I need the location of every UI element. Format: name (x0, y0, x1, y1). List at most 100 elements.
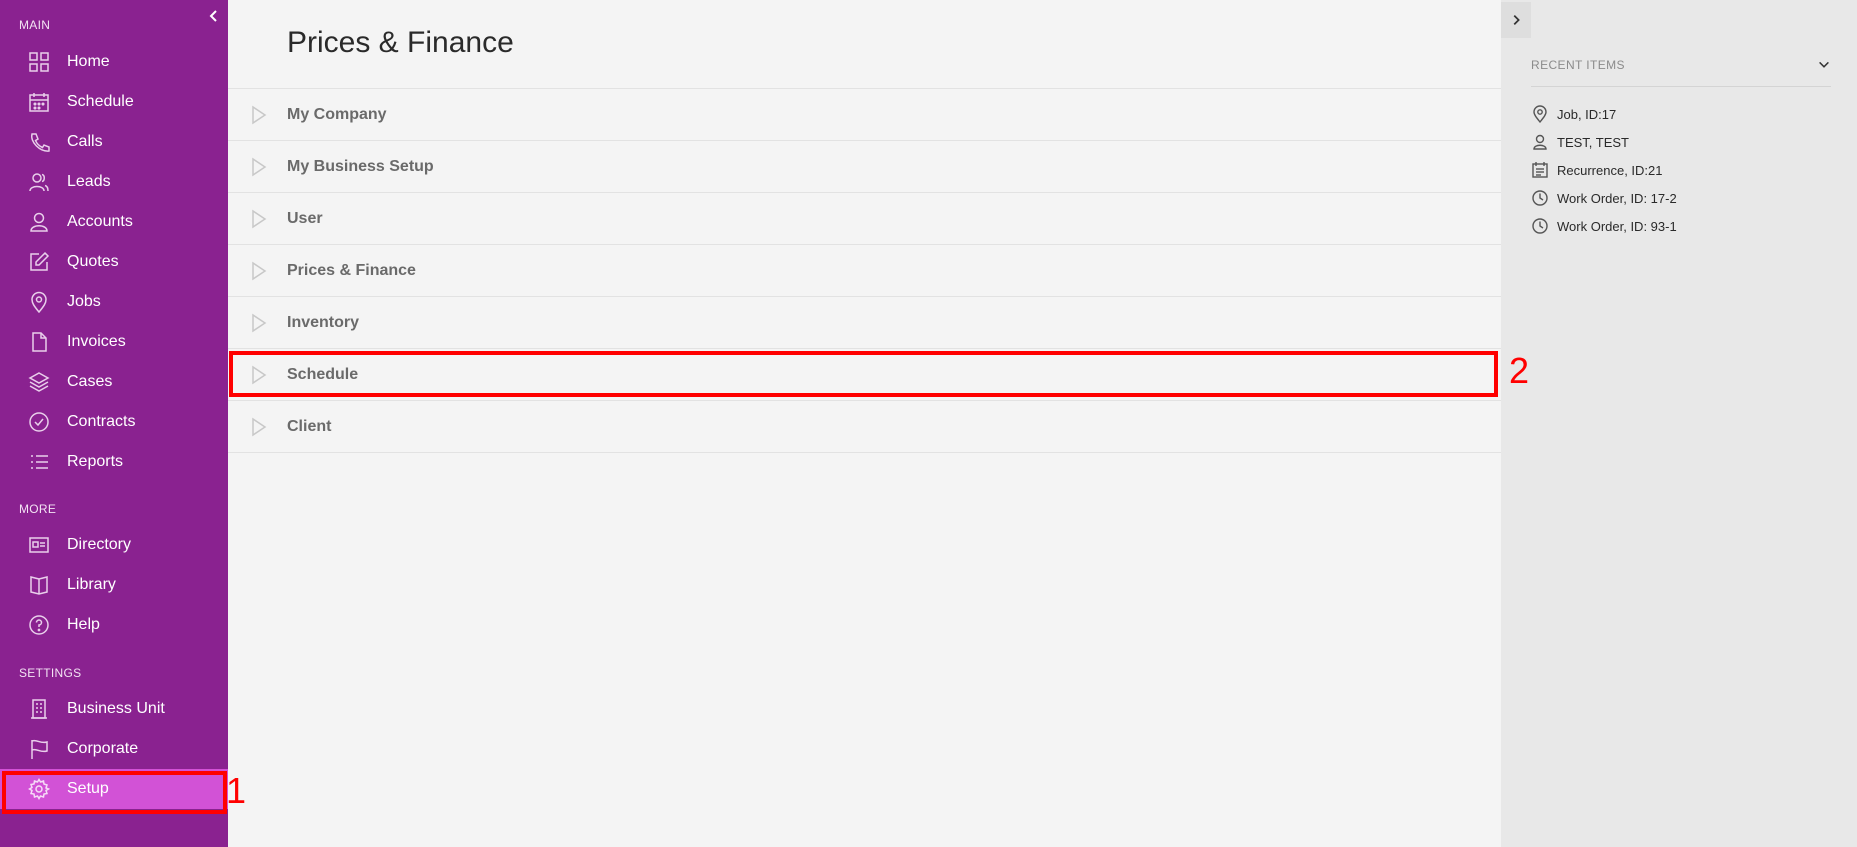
annotation-number-1: 1 (226, 770, 247, 811)
recent-item-label: Job, ID:17 (1557, 106, 1617, 122)
sidebar-item-label: Cases (67, 373, 113, 390)
calendar-icon (27, 90, 51, 114)
section-prices-finance[interactable]: Prices & Finance (228, 245, 1501, 297)
sidebar-item-label: Corporate (67, 740, 139, 757)
sidebar-item-label: Reports (67, 453, 124, 470)
sidebar-item-schedule[interactable]: Schedule (0, 82, 228, 122)
recent-item[interactable]: Work Order, ID: 17-2 (1531, 184, 1677, 212)
recent-item[interactable]: TEST, TEST (1531, 128, 1677, 156)
grid-icon (27, 50, 51, 74)
recent-item-label: Work Order, ID: 17-2 (1557, 190, 1677, 206)
recent-item-label: Recurrence, ID:21 (1557, 162, 1663, 178)
id-card-icon (27, 533, 51, 557)
map-pin-icon (1531, 105, 1549, 123)
sidebar-item-label: Home (67, 53, 110, 70)
gear-icon (27, 777, 51, 801)
list-icon (27, 450, 51, 474)
recent-item-label: TEST, TEST (1557, 134, 1629, 150)
chevron-down-icon (1819, 61, 1829, 68)
recent-items-list: Job, ID:17 TEST, TEST Recurrence, ID:21 … (1531, 100, 1677, 240)
section-label-more: MORE (19, 502, 57, 516)
sidebar-item-label: Calls (67, 133, 103, 150)
sidebar-item-help[interactable]: Help (0, 605, 228, 645)
section-label: Inventory (287, 313, 360, 331)
map-pin-icon (27, 290, 51, 314)
sidebar-item-label: Accounts (67, 213, 133, 230)
expand-triangle-icon (252, 313, 267, 332)
section-user[interactable]: User (228, 193, 1501, 245)
section-label: User (287, 209, 323, 227)
sidebar-item-jobs[interactable]: Jobs (0, 282, 228, 322)
sidebar-item-label: Invoices (67, 333, 126, 350)
calendar-list-icon (1531, 161, 1549, 179)
book-icon (27, 573, 51, 597)
section-inventory[interactable]: Inventory (228, 297, 1501, 349)
recent-items-header[interactable]: RECENT ITEMS (1531, 58, 1831, 87)
check-circle-icon (27, 410, 51, 434)
setup-sections-accordion: My Company My Business Setup User Prices… (228, 88, 1501, 453)
sidebar-item-corporate[interactable]: Corporate (0, 729, 228, 769)
expand-triangle-icon (252, 157, 267, 176)
recent-item[interactable]: Recurrence, ID:21 (1531, 156, 1677, 184)
sidebar-item-label: Directory (67, 536, 132, 553)
sidebar-item-label: Schedule (67, 93, 134, 110)
expand-triangle-icon (252, 209, 267, 228)
sidebar-item-quotes[interactable]: Quotes (0, 242, 228, 282)
sidebar-item-leads[interactable]: Leads (0, 162, 228, 202)
sidebar: MAIN Home Schedule Calls Leads Accounts … (0, 0, 228, 847)
building-icon (27, 697, 51, 721)
recent-items-panel: RECENT ITEMS Job, ID:17 TEST, TEST Recur… (1501, 0, 1857, 847)
recent-item[interactable]: Job, ID:17 (1531, 100, 1677, 128)
recent-items-title: RECENT ITEMS (1531, 58, 1625, 72)
section-label: Schedule (287, 365, 359, 383)
sidebar-item-invoices[interactable]: Invoices (0, 322, 228, 362)
recent-item-label: Work Order, ID: 93-1 (1557, 218, 1677, 234)
sidebar-item-directory[interactable]: Directory (0, 525, 228, 565)
sidebar-item-contracts[interactable]: Contracts (0, 402, 228, 442)
section-my-company[interactable]: My Company (228, 89, 1501, 141)
page-title: Prices & Finance (287, 26, 514, 59)
sidebar-item-home[interactable]: Home (0, 42, 228, 82)
sidebar-item-accounts[interactable]: Accounts (0, 202, 228, 242)
section-label: My Company (287, 105, 387, 123)
section-label: Client (287, 417, 332, 435)
flag-icon (27, 737, 51, 761)
main-content: Prices & Finance My Company My Business … (228, 0, 1501, 847)
sidebar-item-label: Quotes (67, 253, 119, 270)
sidebar-item-label: Library (67, 576, 116, 593)
expand-triangle-icon (252, 261, 267, 280)
user-icon (27, 210, 51, 234)
sidebar-item-business-unit[interactable]: Business Unit (0, 689, 228, 729)
sidebar-item-library[interactable]: Library (0, 565, 228, 605)
sidebar-item-label: Leads (67, 173, 111, 190)
phone-icon (27, 130, 51, 154)
clock-icon (1531, 217, 1549, 235)
section-my-business-setup[interactable]: My Business Setup (228, 141, 1501, 193)
edit-icon (27, 250, 51, 274)
sidebar-item-reports[interactable]: Reports (0, 442, 228, 482)
section-schedule[interactable]: Schedule (228, 349, 1501, 401)
layers-icon (27, 370, 51, 394)
collapse-sidebar-button[interactable] (206, 8, 222, 24)
clock-icon (1531, 189, 1549, 207)
sidebar-item-label: Setup (67, 780, 109, 797)
user-icon (1531, 133, 1549, 151)
document-icon (27, 330, 51, 354)
sidebar-item-cases[interactable]: Cases (0, 362, 228, 402)
sidebar-item-label: Help (67, 616, 100, 633)
sidebar-item-label: Jobs (67, 293, 101, 310)
expand-triangle-icon (252, 105, 267, 124)
toggle-panel-button[interactable] (1501, 2, 1531, 38)
chevron-right-icon (1513, 15, 1520, 25)
section-label: My Business Setup (287, 157, 434, 175)
section-client[interactable]: Client (228, 401, 1501, 453)
sidebar-item-calls[interactable]: Calls (0, 122, 228, 162)
help-circle-icon (27, 613, 51, 637)
section-label-settings: SETTINGS (19, 666, 82, 680)
chevron-left-icon (209, 10, 217, 22)
sidebar-item-label: Business Unit (67, 700, 165, 717)
recent-item[interactable]: Work Order, ID: 93-1 (1531, 212, 1677, 240)
expand-triangle-icon (252, 417, 267, 436)
sidebar-item-setup[interactable]: Setup (0, 769, 228, 809)
annotation-number-2: 2 (1509, 350, 1530, 391)
